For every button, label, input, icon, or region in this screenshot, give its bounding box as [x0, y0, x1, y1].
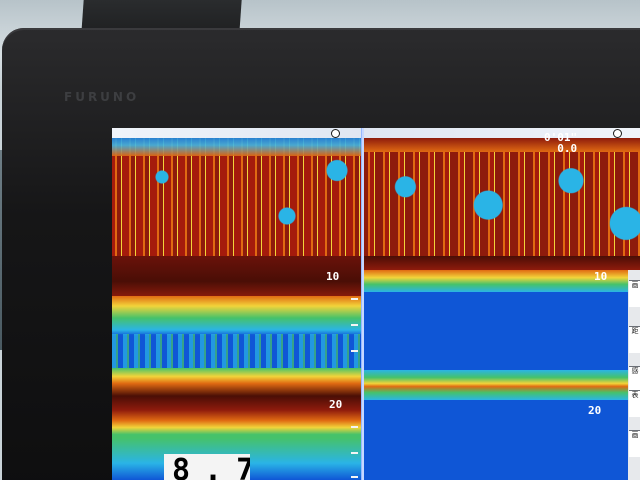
surface-echo-top-edge [364, 138, 640, 152]
right-marker-circle-icon[interactable] [613, 129, 622, 138]
scale-tick [351, 426, 358, 428]
side-menu-button[interactable]: 感 [629, 366, 640, 393]
right-depth-label-20: 20 [588, 404, 602, 417]
mid-water-speckle [112, 334, 362, 370]
scale-tick [351, 476, 358, 478]
left-depth-scale [338, 128, 358, 480]
echo-sounder-screen: 10 20 10 20 0'01" 0.0 8. [112, 128, 640, 480]
bottom-echo-band [112, 368, 362, 438]
range-readout: 0'01" 0.0 [544, 132, 577, 154]
right-echogram-pane: 10 20 [364, 128, 640, 480]
thin-dark-layer [364, 256, 640, 270]
surface-echo-band [112, 138, 362, 268]
depth-readout: 8.7 [164, 454, 250, 480]
scale-tick [351, 298, 358, 300]
surface-echo-band [364, 138, 640, 260]
right-depth-label-10: 10 [594, 270, 608, 283]
left-pane-header-bar [112, 128, 362, 138]
scale-tick [351, 350, 358, 352]
dark-red-layer [112, 256, 362, 298]
side-menu-button[interactable]: 表 [629, 390, 640, 417]
fish-layer-upper [112, 296, 362, 336]
side-menu-button[interactable]: 画 [629, 430, 640, 457]
scale-tick [351, 324, 358, 326]
side-menu-panel: 画 距 感 表 画 [628, 270, 640, 480]
scale-tick [351, 452, 358, 454]
right-pane-header-bar [364, 128, 640, 138]
range-readout-line2: 0.0 [557, 142, 578, 155]
left-depth-label-10: 10 [326, 270, 340, 283]
left-depth-label-20: 20 [329, 398, 343, 411]
photo-scene: FURUNO 10 20 10 20 0'01" 0.0 8. 画 距 感 表 … [0, 0, 640, 480]
left-marker-circle-icon[interactable] [331, 129, 340, 138]
brand-logo: FURUNO [64, 90, 140, 104]
clear-water [364, 292, 640, 372]
side-menu-button[interactable]: 距 [629, 326, 640, 353]
left-echogram-pane: 10 20 [112, 128, 362, 480]
side-menu-button[interactable]: 画 [629, 280, 640, 307]
bottom-echo-band [364, 370, 640, 400]
surface-echo-top-edge [112, 138, 362, 156]
